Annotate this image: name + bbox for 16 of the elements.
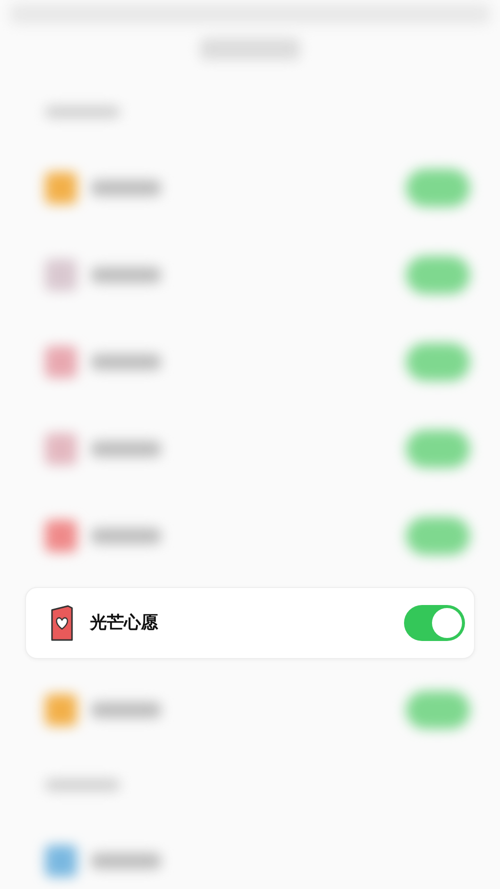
blurred-label xyxy=(91,180,161,196)
card-heart-icon xyxy=(50,604,74,640)
blurred-label xyxy=(91,528,161,544)
blurred-label xyxy=(91,266,161,282)
blurred-label xyxy=(91,702,161,718)
toggle-switch[interactable] xyxy=(404,604,465,640)
blurred-label xyxy=(91,440,161,456)
toggle-switch[interactable] xyxy=(406,690,470,728)
blurred-label xyxy=(91,852,161,868)
toggle-switch[interactable] xyxy=(406,516,470,554)
toggle-switch[interactable] xyxy=(406,168,470,206)
setting-label: 光芒心愿 xyxy=(90,612,158,634)
toggle-switch[interactable] xyxy=(406,430,470,468)
toggle-switch[interactable] xyxy=(406,342,470,380)
toggle-switch[interactable] xyxy=(406,256,470,294)
blurred-label xyxy=(91,354,161,370)
